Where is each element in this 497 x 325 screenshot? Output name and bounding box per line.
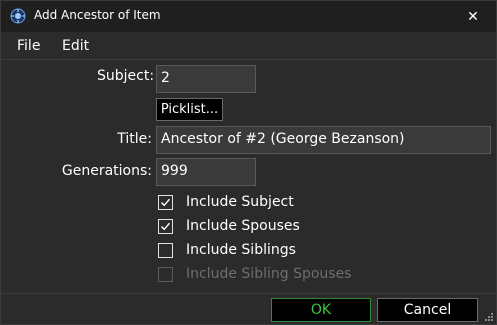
checkmark-icon <box>160 222 171 230</box>
dialog-window: Add Ancestor of Item ✕ File Edit Subject… <box>0 0 497 325</box>
menu-file[interactable]: File <box>17 38 40 54</box>
window-title: Add Ancestor of Item <box>34 8 161 22</box>
title-bar[interactable]: Add Ancestor of Item ✕ <box>1 1 496 32</box>
include-subject-option[interactable]: Include Subject <box>156 192 294 212</box>
include-sibling-spouses-checkbox <box>158 266 173 282</box>
include-siblings-checkbox[interactable] <box>158 242 173 258</box>
include-spouses-label: Include Spouses <box>186 218 300 234</box>
include-sibling-spouses-option: Include Sibling Spouses <box>156 264 351 284</box>
include-spouses-checkbox[interactable] <box>158 218 173 234</box>
include-subject-label: Include Subject <box>186 194 294 210</box>
include-subject-checkbox[interactable] <box>158 194 173 210</box>
picklist-button[interactable]: Picklist... <box>156 98 223 121</box>
menu-edit[interactable]: Edit <box>62 38 89 54</box>
footer-divider <box>1 293 496 294</box>
checkmark-icon <box>160 198 171 206</box>
subject-field[interactable]: 2 <box>156 65 256 93</box>
include-sibling-spouses-label: Include Sibling Spouses <box>186 266 352 282</box>
ok-button[interactable]: OK <box>271 298 371 322</box>
title-label: Title: <box>117 131 152 147</box>
close-button[interactable]: ✕ <box>450 1 496 32</box>
include-siblings-label: Include Siblings <box>186 242 296 258</box>
include-siblings-option[interactable]: Include Siblings <box>156 240 296 260</box>
title-field[interactable]: Ancestor of #2 (George Bezanson) <box>156 126 491 154</box>
app-icon <box>10 8 26 24</box>
generations-label: Generations: <box>61 163 152 179</box>
resize-grip-icon[interactable] <box>484 312 494 322</box>
close-icon: ✕ <box>467 8 479 25</box>
generations-field[interactable]: 999 <box>156 158 256 186</box>
subject-label: Subject: <box>97 68 155 84</box>
menu-bar: File Edit <box>1 32 496 60</box>
include-spouses-option[interactable]: Include Spouses <box>156 216 300 236</box>
cancel-button[interactable]: Cancel <box>377 298 478 322</box>
